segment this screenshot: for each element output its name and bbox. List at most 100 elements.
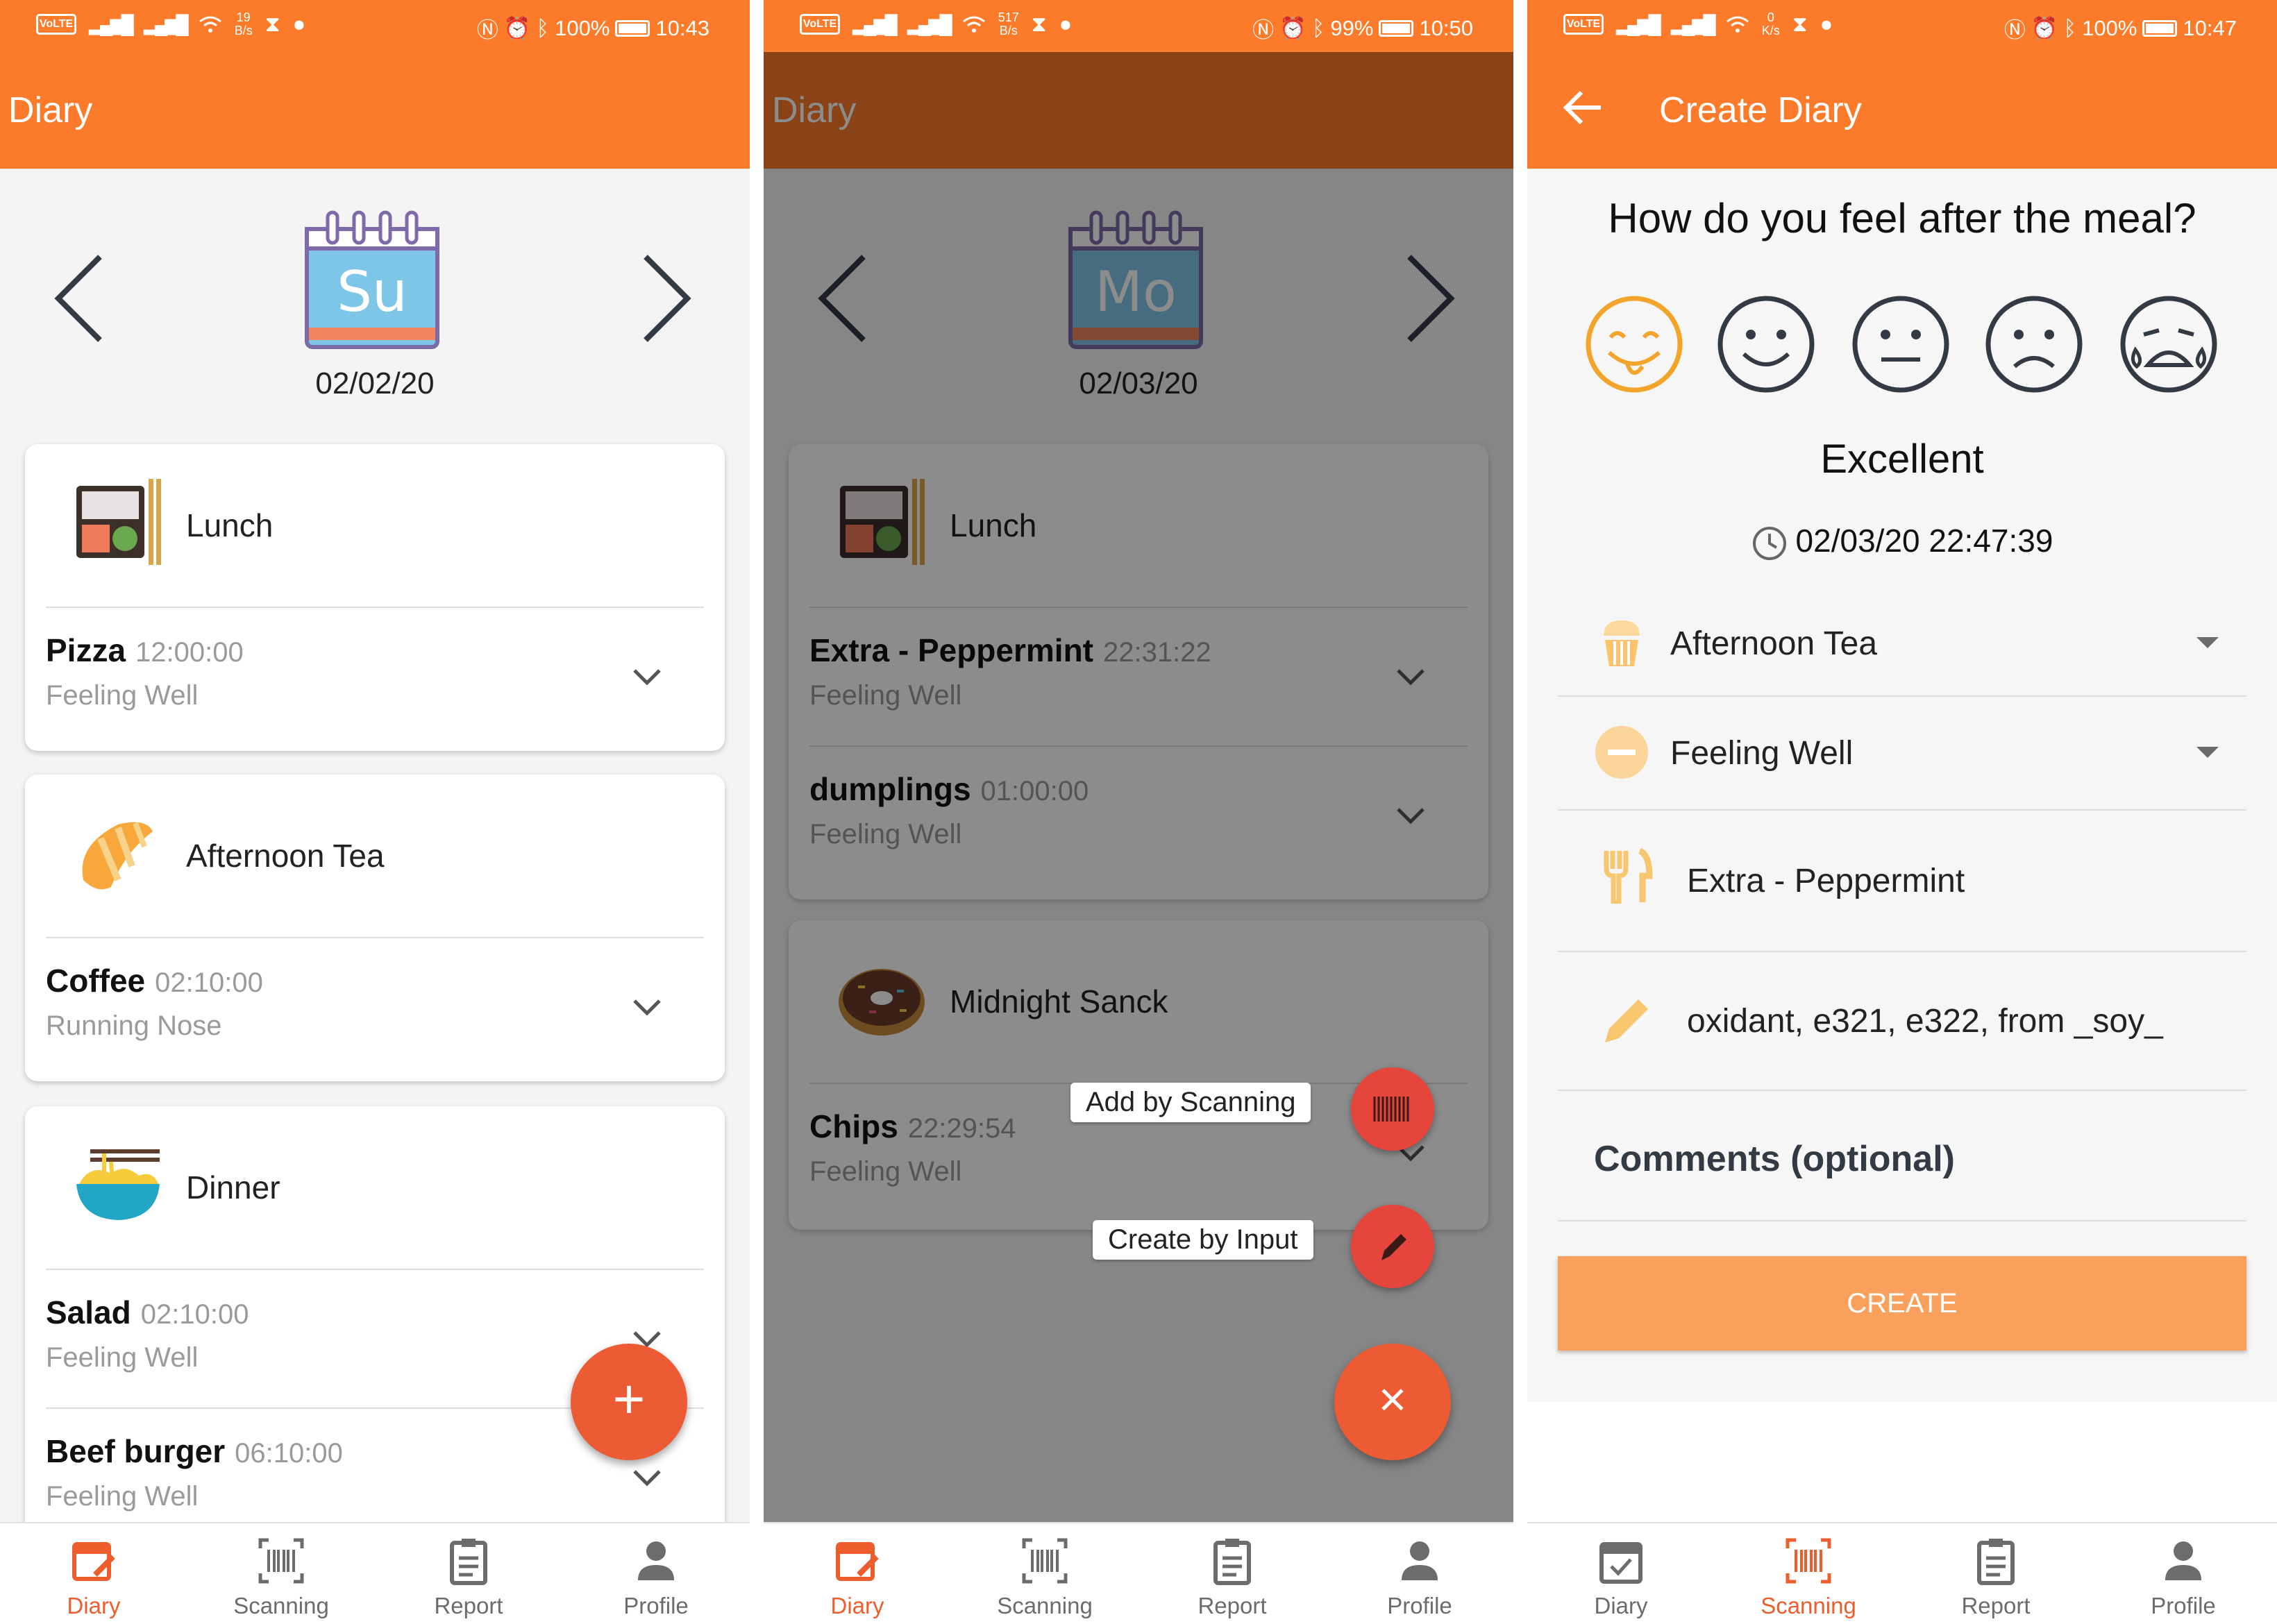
mood-question: How do you feel after the meal? <box>1608 195 2196 242</box>
feeling-value: Feeling Well <box>1670 735 1854 772</box>
network-speed: 0 K/s <box>1761 10 1780 37</box>
nav-label: Diary <box>1594 1593 1648 1618</box>
diary-entry[interactable]: Pizza 12:00:00 Feeling Well <box>46 607 704 745</box>
nav-diary[interactable]: Diary <box>1527 1523 1715 1624</box>
nav-profile[interactable]: Profile <box>2090 1523 2277 1624</box>
excellent-face-icon[interactable] <box>1584 294 1684 394</box>
happy-face-icon[interactable] <box>1716 294 1816 394</box>
noodle-bowl-icon <box>76 1149 160 1220</box>
nav-diary[interactable]: Diary <box>764 1523 951 1624</box>
bluetooth-icon: ᛒ <box>1311 15 1325 40</box>
barcode-icon <box>258 1538 304 1584</box>
nav-scanning[interactable]: Scanning <box>187 1523 375 1624</box>
meal-type-dropdown[interactable]: Afternoon Tea <box>1558 590 2246 697</box>
nav-label: Profile <box>623 1593 689 1618</box>
entry-time: 02:10:00 <box>155 967 263 998</box>
meal-card-header[interactable]: Lunch <box>25 444 725 607</box>
meal-card-header[interactable]: Dinner <box>25 1106 725 1269</box>
nav-scanning[interactable]: Scanning <box>951 1523 1138 1624</box>
create-diary-screen: VoLTE ▂▄▆█ ▂▄▆█ 0 K/s ⧗ ● Ⓝ ⏰ ᛒ 100% 10:4… <box>1527 0 2277 1624</box>
food-name-value: Extra - Peppermint <box>1687 863 1965 899</box>
chevron-down-icon[interactable] <box>632 997 662 1017</box>
diary-entry[interactable]: Coffee 02:10:00 Running Nose <box>46 937 704 1076</box>
add-by-scanning-label[interactable]: Add by Scanning <box>1070 1083 1311 1122</box>
clock-icon <box>1752 526 1786 560</box>
meal-card-afternoon-tea: Afternoon Tea Coffee 02:10:00 Running Nos… <box>25 775 725 1081</box>
crying-face-icon[interactable] <box>2119 294 2219 394</box>
volte-icon: VoLTE <box>36 14 76 35</box>
nav-label: Scanning <box>997 1593 1093 1618</box>
volte-icon: VoLTE <box>1563 14 1604 35</box>
bluetooth-icon: ᛒ <box>2063 15 2077 40</box>
nav-label: Report <box>434 1593 503 1618</box>
clipboard-icon <box>1977 1539 2015 1585</box>
scrim-overlay[interactable] <box>764 52 1513 1523</box>
clock-time: 10:43 <box>655 15 709 40</box>
nav-report[interactable]: Report <box>1902 1523 2090 1624</box>
bottom-navigation: Diary Scanning Report Profile <box>1527 1522 2277 1624</box>
chevron-down-icon[interactable] <box>632 666 662 687</box>
network-speed: 19 B/s <box>234 10 253 37</box>
entry-food-name: Coffee <box>46 963 146 999</box>
entry-time: 12:00:00 <box>135 637 244 668</box>
close-menu-button[interactable]: × <box>1334 1344 1451 1460</box>
alarm-icon: ⏰ <box>503 16 531 40</box>
diary-screen-fab-open: VoLTE ▂▄▆█ ▂▄▆█ 517 B/s ⧗ ● Ⓝ ⏰ ᛒ 99% 10:… <box>764 0 1513 1624</box>
feeling-dropdown[interactable]: Feeling Well <box>1558 695 2246 811</box>
food-name-field[interactable]: Extra - Peppermint <box>1558 809 2246 952</box>
dropdown-arrow-icon <box>2196 747 2219 758</box>
nav-label: Profile <box>2151 1593 2216 1618</box>
person-icon <box>2165 1541 2201 1580</box>
signal-icon: ▂▄▆█ <box>907 13 952 35</box>
nav-label: Diary <box>67 1593 121 1618</box>
entry-time: 06:10:00 <box>235 1438 343 1469</box>
next-day-icon[interactable] <box>639 250 694 347</box>
bottom-navigation: Diary Scanning Report Profile <box>0 1522 750 1624</box>
dropdown-arrow-icon <box>2196 637 2219 648</box>
nav-label: Scanning <box>233 1593 329 1618</box>
nav-diary[interactable]: Diary <box>0 1523 187 1624</box>
battery-percent: 99% <box>1330 15 1374 40</box>
app-bar: Diary <box>0 52 750 169</box>
calendar-edit-icon <box>836 1542 879 1581</box>
nav-scanning[interactable]: Scanning <box>1715 1523 1902 1624</box>
create-by-input-label[interactable]: Create by Input <box>1093 1220 1313 1260</box>
create-by-input-button[interactable] <box>1351 1205 1434 1288</box>
chevron-down-icon[interactable] <box>632 1467 662 1488</box>
page-title: Diary <box>8 90 93 130</box>
create-button[interactable]: CREATE <box>1558 1256 2246 1351</box>
neutral-face-icon[interactable] <box>1851 294 1951 394</box>
hourglass-icon: ⧗ <box>1031 11 1047 36</box>
nfc-icon: Ⓝ <box>1252 18 1275 42</box>
back-arrow-icon[interactable] <box>1562 87 1604 128</box>
clipboard-icon <box>450 1539 487 1585</box>
signal-icon: ▂▄▆█ <box>852 13 898 35</box>
signal-icon: ▂▄▆█ <box>89 13 134 35</box>
add-entry-button[interactable]: + <box>571 1344 687 1460</box>
nav-report[interactable]: Report <box>1138 1523 1326 1624</box>
page-title: Create Diary <box>1659 90 1862 130</box>
bottom-navigation: Diary Scanning Report Profile <box>764 1522 1513 1624</box>
previous-day-icon[interactable] <box>51 250 107 347</box>
battery-icon <box>1379 19 1414 37</box>
bluetooth-icon: ᛒ <box>536 15 550 40</box>
signal-icon: ▂▄▆█ <box>1616 13 1661 35</box>
meal-card-dinner: Dinner Salad 02:10:00 Feeling Well Beef b… <box>25 1106 725 1550</box>
app-bar: Create Diary <box>1527 52 2277 169</box>
barcode-icon <box>1022 1538 1068 1584</box>
meal-card-lunch: Lunch Pizza 12:00:00 Feeling Well <box>25 444 725 751</box>
ingredients-field[interactable]: oxidant, e321, e322, from _soy_ <box>1558 951 2246 1091</box>
add-by-scanning-button[interactable] <box>1351 1067 1434 1151</box>
person-icon <box>1402 1541 1438 1580</box>
nav-report[interactable]: Report <box>375 1523 562 1624</box>
sad-face-icon[interactable] <box>1984 294 2084 394</box>
clock-time: 10:50 <box>1419 15 1473 40</box>
pencil-icon <box>1605 999 1648 1042</box>
wifi-icon <box>199 16 221 33</box>
meal-card-header[interactable]: Afternoon Tea <box>25 775 725 937</box>
meal-title: Dinner <box>186 1169 280 1206</box>
nav-profile[interactable]: Profile <box>1326 1523 1513 1624</box>
nav-profile[interactable]: Profile <box>562 1523 750 1624</box>
hourglass-icon: ⧗ <box>264 11 280 36</box>
battery-percent: 100% <box>555 15 610 40</box>
